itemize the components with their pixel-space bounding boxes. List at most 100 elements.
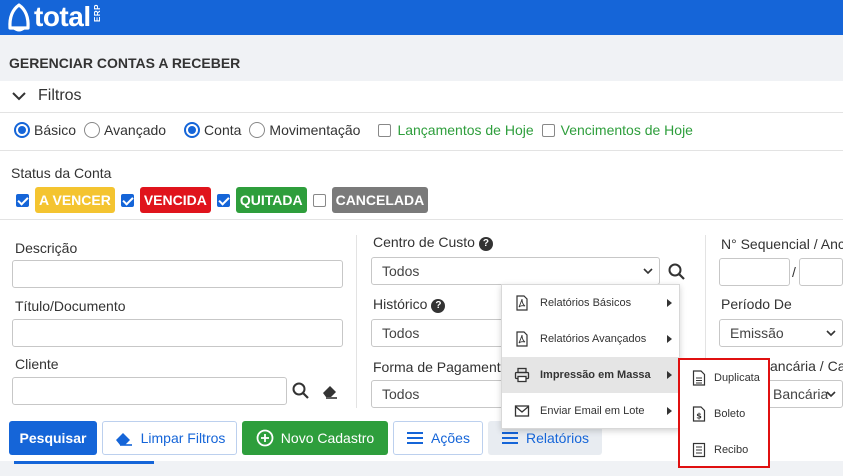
button-label: Novo Cadastro	[280, 430, 375, 446]
menu-icon	[501, 432, 518, 444]
select-value: Bancária	[773, 386, 829, 402]
dollar-document-icon: $	[692, 406, 706, 422]
cliente-input[interactable]	[12, 377, 287, 405]
menu-item-label: Impressão em Massa	[540, 369, 651, 381]
printer-icon	[514, 367, 530, 383]
radio-avancado[interactable]: Avançado	[84, 122, 166, 138]
eraser-icon[interactable]	[320, 381, 340, 401]
pesquisar-button[interactable]: Pesquisar	[9, 421, 97, 455]
bancaria-label: ancária / Ca	[770, 358, 843, 374]
status-badge: A VENCER	[35, 187, 115, 213]
document-icon	[692, 370, 706, 386]
periodo-select[interactable]: Emissão	[719, 319, 843, 347]
column-divider	[356, 235, 357, 408]
eraser-icon	[115, 433, 132, 446]
forma-pagamento-label: Forma de Pagament	[373, 359, 501, 375]
page-header: GERENCIAR CONTAS A RECEBER	[0, 35, 843, 81]
limpar-filtros-button[interactable]: Limpar Filtros	[102, 421, 237, 455]
checkbox	[16, 193, 29, 207]
checkbox	[378, 123, 392, 137]
chevron-right-icon	[667, 335, 672, 343]
sequencial-label: N° Sequencial / Anc	[721, 236, 843, 252]
periodo-label: Período De	[721, 296, 792, 312]
pdf-icon	[516, 331, 528, 347]
impressao-submenu: Duplicata $ Boleto Recibo	[678, 358, 770, 468]
scroll-indicator	[14, 461, 154, 464]
bancaria-select[interactable]: Bancária	[760, 380, 843, 408]
search-icon[interactable]	[667, 262, 687, 282]
sequencial-from-input[interactable]	[719, 258, 790, 286]
submenu-item-recibo[interactable]: Recibo	[680, 432, 768, 468]
menu-item-relatorios-avancados[interactable]: Relatórios Avançados	[502, 321, 680, 357]
pdf-icon	[516, 295, 528, 311]
status-badge: CANCELADA	[331, 187, 429, 213]
radio-indicator	[184, 122, 201, 138]
filters-label: Filtros	[38, 87, 82, 104]
reports-menu: Relatórios Básicos Relatórios Avançados …	[501, 284, 680, 429]
sequencial-to-input[interactable]	[799, 258, 843, 286]
submenu-item-label: Recibo	[714, 444, 749, 456]
select-value: Todos	[382, 325, 420, 341]
divider	[0, 112, 843, 113]
centro-custo-select[interactable]: Todos	[371, 257, 660, 285]
top-bar: total ERP	[0, 0, 843, 35]
radio-label: Conta	[204, 122, 242, 138]
status-a-vencer[interactable]: A VENCER	[16, 187, 115, 213]
submenu-item-boleto[interactable]: $ Boleto	[680, 396, 768, 432]
radio-label: Movimentação	[269, 122, 361, 138]
status-filters: A VENCER VENCIDA QUITADA CANCELADA	[16, 187, 434, 213]
radio-conta[interactable]: Conta	[184, 122, 241, 138]
divider	[0, 219, 843, 220]
page-title: GERENCIAR CONTAS A RECEBER	[9, 55, 241, 71]
checkbox	[216, 193, 230, 207]
menu-item-label: Relatórios Avançados	[540, 333, 647, 345]
menu-item-enviar-email[interactable]: Enviar Email em Lote	[502, 393, 680, 429]
sequencial-separator: /	[792, 264, 796, 280]
app-logo[interactable]: total ERP	[6, 2, 102, 33]
submenu-item-duplicata[interactable]: Duplicata	[680, 360, 768, 396]
chevron-down-icon	[826, 391, 836, 398]
menu-item-relatorios-basicos[interactable]: Relatórios Básicos	[502, 285, 680, 321]
radio-indicator	[84, 122, 101, 138]
divider	[0, 150, 843, 151]
checkbox-label: Vencimentos de Hoje	[560, 122, 693, 138]
status-badge: QUITADA	[235, 187, 307, 213]
checkbox	[120, 193, 134, 207]
status-vencida[interactable]: VENCIDA	[120, 187, 211, 213]
radio-label: Básico	[34, 122, 77, 138]
help-icon[interactable]: ?	[431, 299, 446, 313]
acoes-button[interactable]: Ações	[393, 421, 483, 455]
check-lancamentos-hoje[interactable]: Lançamentos de Hoje	[378, 122, 534, 138]
check-vencimentos-hoje[interactable]: Vencimentos de Hoje	[541, 122, 693, 138]
titulo-input[interactable]	[12, 319, 343, 347]
descricao-input[interactable]	[12, 260, 343, 288]
chevron-down-icon	[12, 92, 26, 101]
novo-cadastro-button[interactable]: Novo Cadastro	[242, 421, 388, 455]
status-cancelada[interactable]: CANCELADA	[312, 187, 429, 213]
chevron-right-icon	[667, 371, 672, 379]
envelope-icon	[514, 405, 530, 417]
centro-custo-label: Centro de Custo?	[373, 234, 493, 251]
svg-text:$: $	[696, 412, 702, 421]
status-quitada[interactable]: QUITADA	[216, 187, 307, 213]
search-icon[interactable]	[291, 381, 311, 401]
submenu-item-label: Duplicata	[714, 372, 760, 384]
chevron-right-icon	[667, 407, 672, 415]
plus-circle-icon	[256, 429, 274, 447]
historico-label: Histórico?	[373, 296, 446, 313]
checkbox	[312, 193, 326, 207]
help-icon[interactable]: ?	[478, 237, 493, 251]
historico-text: Histórico	[373, 296, 428, 312]
button-label: Relatórios	[525, 430, 590, 446]
cliente-label: Cliente	[15, 356, 59, 372]
status-badge: VENCIDA	[139, 187, 211, 213]
radio-indicator	[249, 122, 266, 138]
radio-movimentacao[interactable]: Movimentação	[249, 122, 360, 138]
radio-basico[interactable]: Básico	[14, 122, 76, 138]
menu-item-impressao-massa[interactable]: Impressão em Massa	[502, 357, 680, 393]
filters-toggle[interactable]: Filtros	[10, 87, 82, 105]
select-value: Todos	[382, 263, 420, 279]
descricao-label: Descrição	[15, 240, 78, 256]
receipt-icon	[692, 442, 706, 458]
checkbox	[541, 123, 555, 137]
